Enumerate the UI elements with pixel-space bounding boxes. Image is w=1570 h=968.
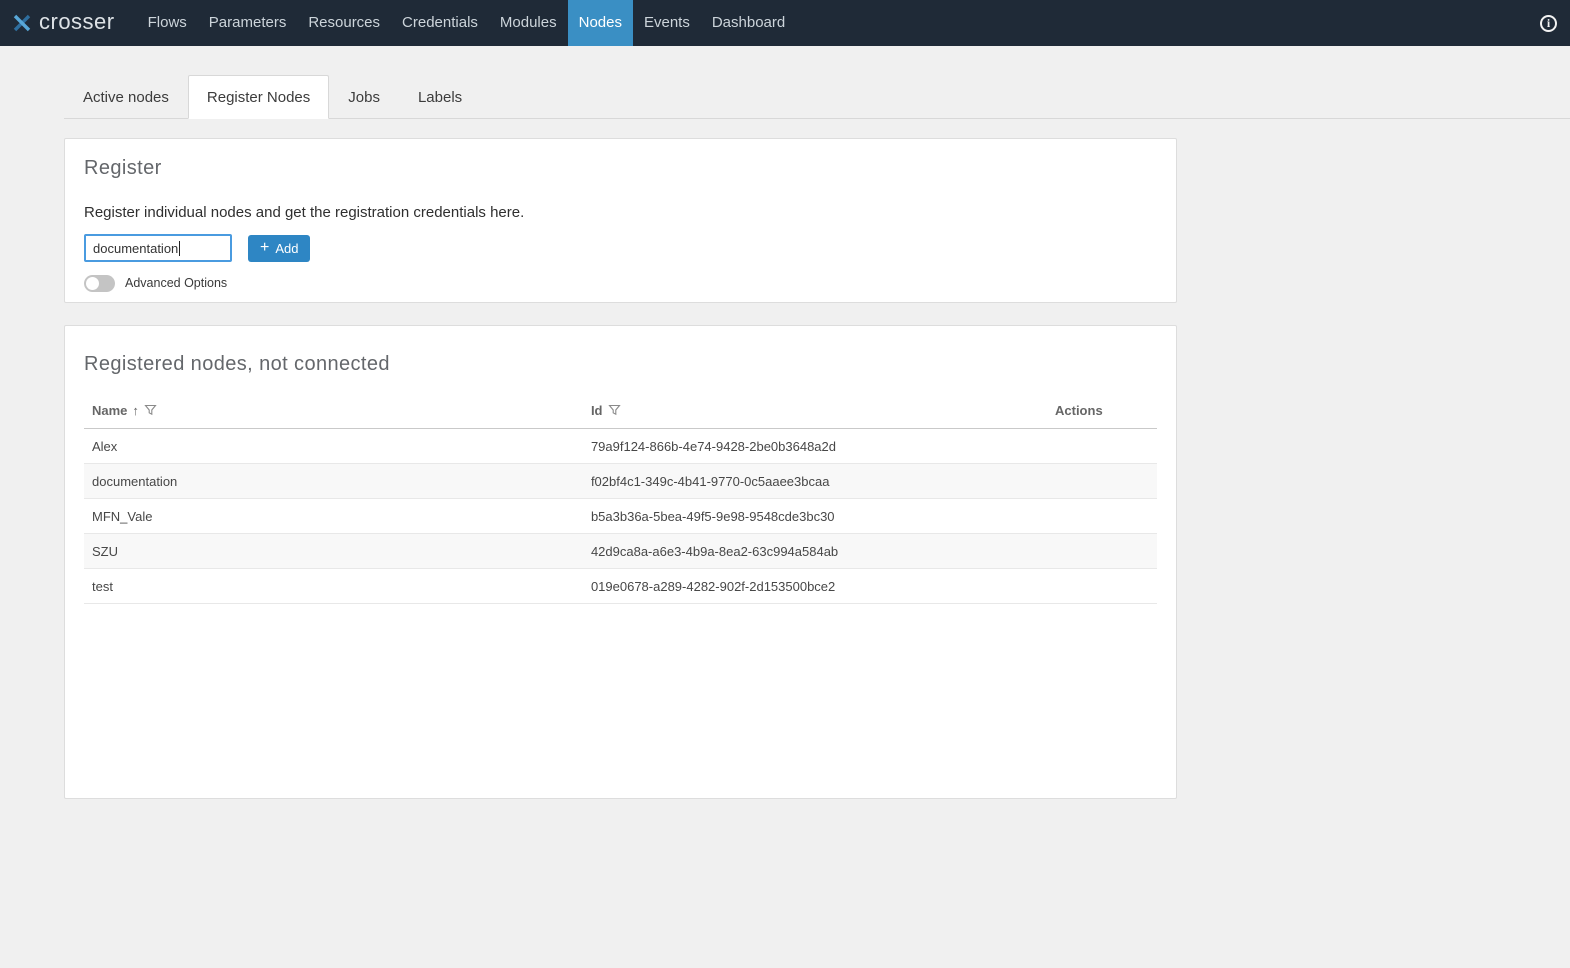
- brand-text: crosser: [39, 11, 115, 35]
- table-row: documentationf02bf4c1-349c-4b41-9770-0c5…: [84, 464, 1157, 499]
- advanced-options-row: Advanced Options: [84, 274, 1157, 292]
- advanced-options-toggle[interactable]: [84, 275, 115, 292]
- registered-nodes-title: Registered nodes, not connected: [84, 353, 1157, 376]
- table-row: test019e0678-a289-4282-902f-2d153500bce2: [84, 569, 1157, 604]
- cell-name: SZU: [84, 534, 583, 569]
- cell-name: test: [84, 569, 583, 604]
- registered-nodes-table: Name ↑ Id Actions Alex79a9f124-866b-4e74-…: [84, 397, 1157, 604]
- tab-labels[interactable]: Labels: [399, 75, 481, 119]
- cell-actions: [1047, 464, 1157, 499]
- cell-actions: [1047, 534, 1157, 569]
- cell-id: b5a3b36a-5bea-49f5-9e98-9548cde3bc30: [583, 499, 1047, 534]
- tab-jobs[interactable]: Jobs: [329, 75, 399, 119]
- cell-actions: [1047, 499, 1157, 534]
- nav-item-flows[interactable]: Flows: [137, 0, 198, 46]
- cell-id: 019e0678-a289-4282-902f-2d153500bce2: [583, 569, 1047, 604]
- toggle-knob: [86, 277, 99, 290]
- crosser-x-icon: [12, 13, 32, 33]
- filter-icon[interactable]: [608, 404, 621, 416]
- brand-logo[interactable]: crosser: [0, 0, 127, 46]
- nav-item-events[interactable]: Events: [633, 0, 701, 46]
- filter-icon[interactable]: [144, 404, 157, 416]
- nav-item-dashboard[interactable]: Dashboard: [701, 0, 796, 46]
- cell-id: 42d9ca8a-a6e3-4b9a-8ea2-63c994a584ab: [583, 534, 1047, 569]
- column-header-name[interactable]: Name ↑: [84, 397, 583, 429]
- table-header-row: Name ↑ Id Actions: [84, 397, 1157, 429]
- column-header-actions: Actions: [1047, 397, 1157, 429]
- table-row: Alex79a9f124-866b-4e74-9428-2be0b3648a2d: [84, 429, 1157, 464]
- page-content: Active nodesRegister NodesJobsLabels Reg…: [0, 46, 1570, 799]
- table-row: MFN_Valeb5a3b36a-5bea-49f5-9e98-9548cde3…: [84, 499, 1157, 534]
- cell-id: f02bf4c1-349c-4b41-9770-0c5aaee3bcaa: [583, 464, 1047, 499]
- tab-active-nodes[interactable]: Active nodes: [64, 75, 188, 119]
- column-header-id[interactable]: Id: [583, 397, 1047, 429]
- column-header-actions-label: Actions: [1055, 403, 1103, 418]
- table-row: SZU42d9ca8a-a6e3-4b9a-8ea2-63c994a584ab: [84, 534, 1157, 569]
- info-icon[interactable]: i: [1540, 15, 1557, 32]
- register-title: Register: [84, 157, 1157, 180]
- main-nav: FlowsParametersResourcesCredentialsModul…: [137, 0, 797, 46]
- registered-nodes-card: Registered nodes, not connected Name ↑ Id…: [64, 325, 1177, 799]
- nodes-tabstrip: Active nodesRegister NodesJobsLabels: [64, 75, 1570, 119]
- add-button[interactable]: + Add: [248, 235, 310, 262]
- nav-item-nodes[interactable]: Nodes: [568, 0, 633, 46]
- node-name-input[interactable]: documentation: [84, 234, 232, 262]
- tab-register-nodes[interactable]: Register Nodes: [188, 75, 329, 119]
- node-name-input-value: documentation: [93, 241, 178, 256]
- column-header-id-label: Id: [591, 403, 603, 418]
- register-input-row: documentation + Add: [84, 234, 1157, 262]
- column-header-name-label: Name: [92, 403, 127, 418]
- plus-icon: +: [260, 240, 269, 256]
- nav-item-parameters[interactable]: Parameters: [198, 0, 298, 46]
- nav-item-credentials[interactable]: Credentials: [391, 0, 489, 46]
- text-caret: [179, 241, 180, 256]
- sort-asc-icon: ↑: [132, 403, 139, 418]
- add-button-label: Add: [275, 241, 298, 256]
- register-card: Register Register individual nodes and g…: [64, 138, 1177, 303]
- cell-name: documentation: [84, 464, 583, 499]
- cell-name: Alex: [84, 429, 583, 464]
- register-description: Register individual nodes and get the re…: [84, 204, 1157, 221]
- cell-id: 79a9f124-866b-4e74-9428-2be0b3648a2d: [583, 429, 1047, 464]
- cell-actions: [1047, 429, 1157, 464]
- nav-item-modules[interactable]: Modules: [489, 0, 568, 46]
- top-navbar: crosser FlowsParametersResourcesCredenti…: [0, 0, 1570, 46]
- nav-item-resources[interactable]: Resources: [297, 0, 391, 46]
- cell-actions: [1047, 569, 1157, 604]
- advanced-options-label: Advanced Options: [125, 276, 227, 290]
- cell-name: MFN_Vale: [84, 499, 583, 534]
- navbar-right: i: [1540, 0, 1570, 46]
